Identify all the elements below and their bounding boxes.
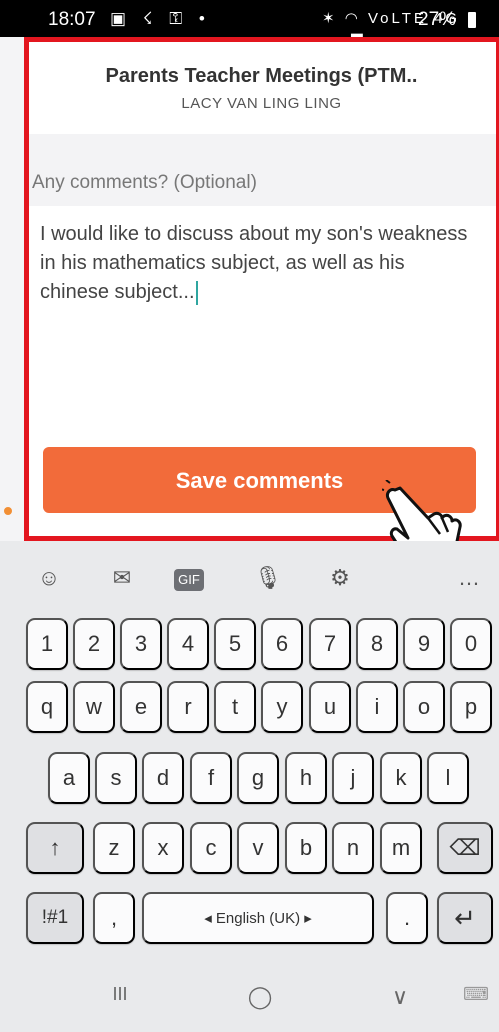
key-c[interactable]: c xyxy=(190,822,232,874)
key-6[interactable]: 6 xyxy=(261,618,303,670)
recent-apps-icon[interactable]: III xyxy=(100,984,140,1014)
key-o[interactable]: o xyxy=(403,681,445,733)
battery-icon xyxy=(468,12,476,28)
space-bar[interactable]: ◂ English (UK) ▸ xyxy=(142,892,374,944)
key-9[interactable]: 9 xyxy=(403,618,445,670)
shift-icon[interactable]: ↑ xyxy=(26,822,84,874)
notification-icons: ▣ ☇ ⚿ • xyxy=(110,9,211,28)
key-n[interactable]: n xyxy=(332,822,374,874)
background-strip xyxy=(0,37,24,541)
gif-icon[interactable]: GIF xyxy=(174,569,204,591)
key-x[interactable]: x xyxy=(142,822,184,874)
key-7[interactable]: 7 xyxy=(309,618,351,670)
key-t[interactable]: t xyxy=(214,681,256,733)
key-b[interactable]: b xyxy=(285,822,327,874)
key-w[interactable]: w xyxy=(73,681,115,733)
key-r[interactable]: r xyxy=(167,681,209,733)
key-2[interactable]: 2 xyxy=(73,618,115,670)
key-e[interactable]: e xyxy=(120,681,162,733)
student-name: LACY VAN LING LING xyxy=(181,95,342,112)
key-4[interactable]: 4 xyxy=(167,618,209,670)
period-key[interactable]: . xyxy=(386,892,428,944)
more-icon[interactable]: … xyxy=(449,565,489,593)
key-q[interactable]: q xyxy=(26,681,68,733)
key-i[interactable]: i xyxy=(356,681,398,733)
enter-icon[interactable]: ↵ xyxy=(437,892,493,944)
text-caret xyxy=(195,280,198,305)
key-d[interactable]: d xyxy=(142,752,184,804)
microphone-icon[interactable]: 🎙 xyxy=(248,565,288,593)
back-icon[interactable]: ∨ xyxy=(380,984,420,1014)
key-f[interactable]: f xyxy=(190,752,232,804)
key-m[interactable]: m xyxy=(380,822,422,874)
symbols-key[interactable]: !#1 xyxy=(26,892,84,944)
comments-label: Any comments? (Optional) xyxy=(32,172,257,193)
backspace-icon[interactable]: ⌫ xyxy=(437,822,493,874)
status-time: 18:07 xyxy=(48,9,96,30)
key-s[interactable]: s xyxy=(95,752,137,804)
page-title: Parents Teacher Meetings (PTM.. xyxy=(105,65,418,87)
key-k[interactable]: k xyxy=(380,752,422,804)
key-j[interactable]: j xyxy=(332,752,374,804)
battery-level: 27% xyxy=(418,9,457,30)
key-3[interactable]: 3 xyxy=(120,618,162,670)
key-y[interactable]: y xyxy=(261,681,303,733)
gear-icon[interactable]: ⚙ xyxy=(320,565,360,593)
key-a[interactable]: a xyxy=(48,752,90,804)
key-l[interactable]: l xyxy=(427,752,469,804)
key-5[interactable]: 5 xyxy=(214,618,256,670)
emoji-icon[interactable]: ☺ xyxy=(29,565,69,593)
key-8[interactable]: 8 xyxy=(356,618,398,670)
key-0[interactable]: 0 xyxy=(450,618,492,670)
header: Parents Teacher Meetings (PTM.. LACY VAN… xyxy=(24,37,499,134)
key-1[interactable]: 1 xyxy=(26,618,68,670)
comma-key[interactable]: , xyxy=(93,892,135,944)
comments-label-bar: Any comments? (Optional) xyxy=(24,134,499,206)
decoration-dot xyxy=(4,507,12,515)
comment-input[interactable]: I would like to discuss about my son's w… xyxy=(40,220,470,420)
home-icon[interactable]: ◯ xyxy=(240,984,280,1014)
key-u[interactable]: u xyxy=(309,681,351,733)
sticker-icon[interactable]: ✉ xyxy=(102,565,142,593)
text-icon[interactable] xyxy=(392,565,432,593)
key-p[interactable]: p xyxy=(450,681,492,733)
key-g[interactable]: g xyxy=(237,752,279,804)
status-bar: 18:07 ▣ ☇ ⚿ • ✶ ◠ VoLTE 4G ▂▃▅ 27% xyxy=(0,0,499,45)
key-v[interactable]: v xyxy=(237,822,279,874)
key-h[interactable]: h xyxy=(285,752,327,804)
key-z[interactable]: z xyxy=(93,822,135,874)
comment-text: I would like to discuss about my son's w… xyxy=(40,223,468,303)
keyboard-icon[interactable]: ⌨ xyxy=(456,984,496,1014)
